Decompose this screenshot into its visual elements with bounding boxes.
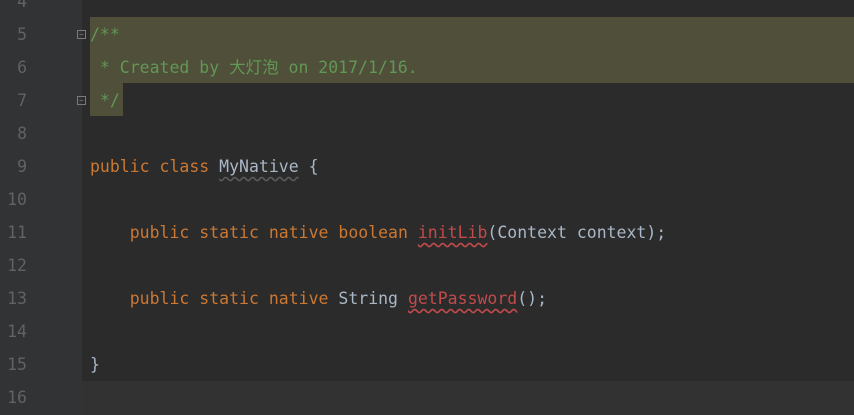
keyword: public [90, 157, 150, 176]
class-name[interactable]: MyNative [219, 157, 298, 176]
doc-comment-body: * Created by 大灯泡 on 2017/1/16. [90, 58, 418, 77]
keyword: boolean [338, 223, 408, 242]
keyword: native [268, 223, 329, 242]
code-line[interactable]: 9 public class MyNative { [0, 150, 854, 183]
method-name[interactable]: initLib [418, 223, 488, 242]
parameters: (Context context); [487, 223, 667, 242]
code-line[interactable]: 5 − /** [0, 18, 854, 51]
keyword: class [159, 157, 210, 176]
line-number: 4 [17, 0, 27, 11]
method-declaration: public static native String getPassword(… [90, 282, 547, 315]
keyword: public [129, 289, 190, 308]
method-declaration: public static native boolean initLib(Con… [90, 216, 666, 249]
brace: { [298, 157, 319, 176]
line-number: 7 [17, 91, 27, 110]
keyword: public [129, 223, 190, 242]
doc-comment-start: /** [90, 25, 120, 44]
closing-brace: } [90, 355, 100, 374]
keyword: static [199, 289, 259, 308]
line-number: 14 [7, 322, 27, 341]
code-line[interactable]: 6 * Created by 大灯泡 on 2017/1/16. [0, 51, 854, 84]
code-line[interactable]: 12 [0, 249, 854, 282]
line-number: 12 [7, 256, 27, 275]
code-line[interactable]: 8 [0, 117, 854, 150]
line-number: 5 [17, 25, 27, 44]
line-number: 16 [7, 388, 27, 407]
code-line[interactable]: 11 public static native boolean initLib(… [0, 216, 854, 249]
code-line[interactable]: 4 [0, 0, 854, 18]
code-line[interactable]: 16 [0, 381, 854, 414]
line-number: 11 [7, 223, 27, 242]
method-name[interactable]: getPassword [408, 289, 517, 308]
code-editor[interactable]: 4 5 − /** 6 * Created by 大灯泡 on 2017/1/1… [0, 0, 854, 415]
line-number: 6 [17, 58, 27, 77]
code-line[interactable]: 7 − */ [0, 84, 854, 117]
type-name: String [338, 289, 398, 308]
line-number: 9 [17, 157, 27, 176]
line-number: 13 [7, 289, 27, 308]
doc-comment-end: */ [90, 91, 120, 110]
fold-collapse-icon[interactable]: − [77, 30, 86, 39]
line-number: 10 [7, 190, 27, 209]
line-number: 15 [7, 355, 27, 374]
code-line[interactable]: 14 [0, 315, 854, 348]
keyword: native [268, 289, 329, 308]
code-line[interactable]: 15 } [0, 348, 854, 381]
class-declaration: public class MyNative { [90, 150, 319, 183]
keyword: static [199, 223, 259, 242]
code-line[interactable]: 10 [0, 183, 854, 216]
parameters: (); [517, 289, 548, 308]
code-line[interactable]: 13 public static native String getPasswo… [0, 282, 854, 315]
fold-end-icon[interactable]: − [77, 96, 86, 105]
line-number: 8 [17, 124, 27, 143]
